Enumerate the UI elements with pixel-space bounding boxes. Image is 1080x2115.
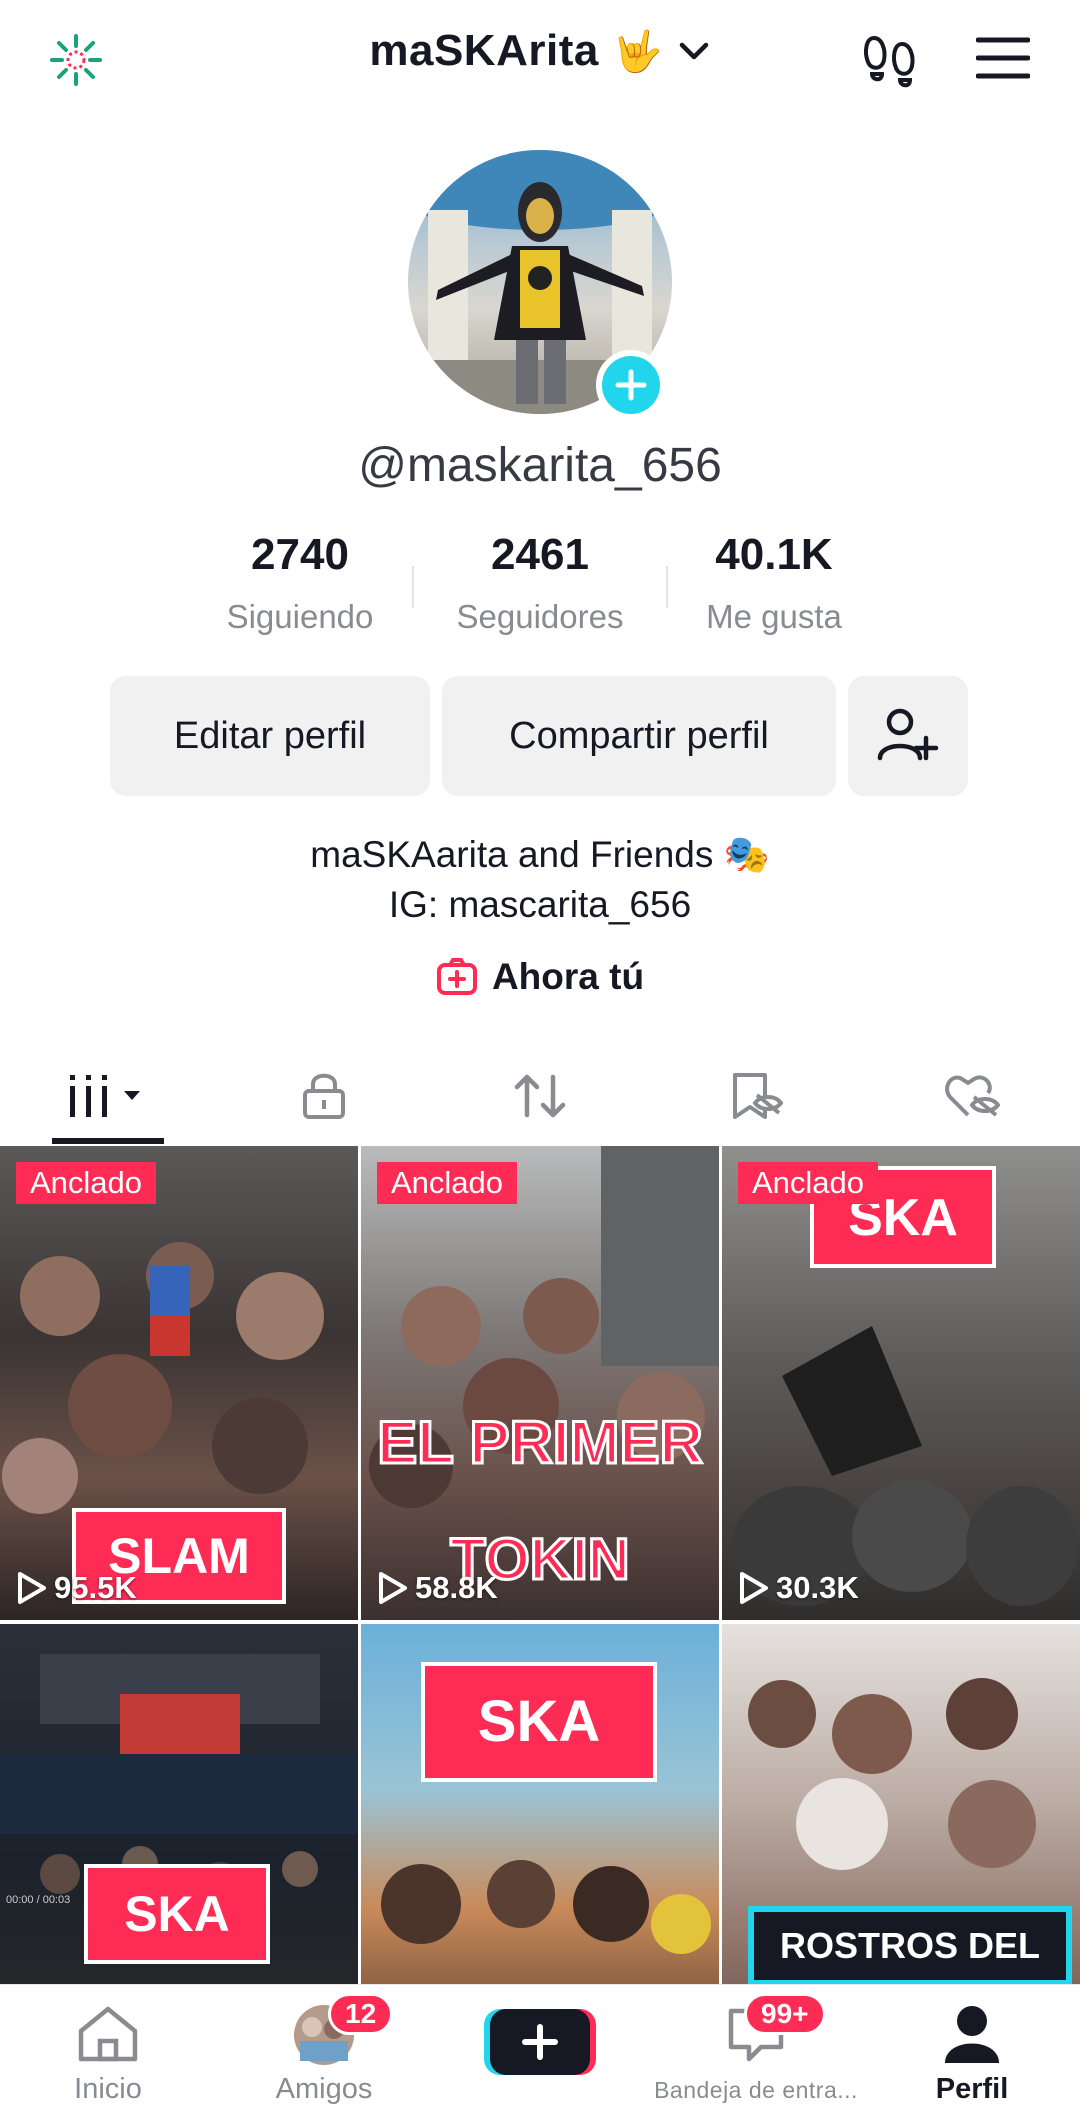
view-count-value: 95.5K xyxy=(54,1570,137,1605)
nav-label: Amigos xyxy=(275,2073,373,2105)
pinned-badge: Anclado xyxy=(377,1162,518,1204)
bio-line: maSKAarita and Friends 🎭 xyxy=(310,834,770,875)
menu-icon[interactable] xyxy=(976,34,1030,82)
stat-followers[interactable]: 2461 Seguidores xyxy=(420,530,660,636)
play-icon xyxy=(740,1572,768,1604)
tab-favorites[interactable] xyxy=(648,1050,864,1142)
nav-friends[interactable]: 12 Amigos xyxy=(216,1985,432,2115)
stat-value: 2461 xyxy=(491,530,589,579)
video-tile[interactable]: 00:00 / 00:03 SKA xyxy=(0,1624,358,1984)
video-tile[interactable]: ROSTROS DEL xyxy=(722,1624,1080,1984)
friends-badge: 12 xyxy=(328,1993,394,2035)
create-plus-icon xyxy=(484,2009,596,2075)
stat-following[interactable]: 2740 Siguiendo xyxy=(180,530,420,636)
nav-home[interactable]: Inicio xyxy=(0,1985,216,2115)
share-profile-button[interactable]: Compartir perfil xyxy=(442,676,836,796)
nav-profile[interactable]: Perfil xyxy=(864,1985,1080,2115)
lock-icon xyxy=(303,1073,345,1119)
play-icon xyxy=(379,1572,407,1604)
stat-label: Seguidores xyxy=(456,598,624,635)
view-count: 58.8K xyxy=(377,1570,498,1606)
view-count-value: 30.3K xyxy=(776,1570,859,1605)
create-button[interactable] xyxy=(484,2005,596,2079)
video-grid: SLAM Anclado 95.5K EL PRIMER TOKIN Ancla… xyxy=(0,1146,1080,1984)
add-user-icon xyxy=(877,708,939,761)
stat-likes[interactable]: 40.1K Me gusta xyxy=(654,530,894,636)
repost-icon xyxy=(514,1074,566,1118)
ska-banner: SKA xyxy=(84,1864,270,1964)
play-icon xyxy=(18,1572,46,1604)
divider xyxy=(412,566,414,608)
view-count: 30.3K xyxy=(738,1570,859,1606)
ska-banner: SKA xyxy=(421,1662,657,1782)
add-story-button[interactable] xyxy=(596,350,666,420)
nav-label: Perfil xyxy=(935,2073,1009,2105)
tab-reposts[interactable] xyxy=(432,1050,648,1142)
account-title: maSKArita xyxy=(369,26,599,75)
tab-private[interactable] xyxy=(216,1050,432,1142)
stat-value: 40.1K xyxy=(715,530,833,579)
stat-label: Me gusta xyxy=(706,598,842,635)
bio-instagram: IG: mascarita_656 xyxy=(388,884,692,925)
tab-videos[interactable] xyxy=(0,1050,216,1142)
favorites-icon xyxy=(733,1073,783,1119)
video-tile[interactable]: SKA xyxy=(361,1624,719,1984)
home-icon xyxy=(78,2006,138,2062)
profile-tabs xyxy=(0,1050,1080,1142)
add-video-icon xyxy=(436,958,477,995)
video-headline: ROSTROS DEL xyxy=(748,1906,1072,1984)
view-count-value: 58.8K xyxy=(415,1570,498,1605)
profile-username: @maskarita_656 xyxy=(358,439,722,492)
chevron-down-icon xyxy=(679,42,708,60)
pinned-badge: Anclado xyxy=(16,1162,157,1204)
ahora-tu-label: Ahora tú xyxy=(491,956,645,997)
videos-grid-icon xyxy=(70,1075,140,1117)
liked-icon xyxy=(945,1075,1000,1117)
ahora-tu-link[interactable]: Ahora tú xyxy=(0,956,1080,998)
view-count: 95.5K xyxy=(16,1570,137,1606)
inbox-badge: 99+ xyxy=(744,1993,826,2035)
nav-label: Inicio xyxy=(74,2073,142,2105)
footprints-icon[interactable] xyxy=(862,30,920,88)
add-friend-button[interactable] xyxy=(848,676,968,796)
video-tile[interactable]: EL PRIMER TOKIN Anclado 58.8K xyxy=(361,1146,719,1620)
video-timestamp: 00:00 / 00:03 xyxy=(6,1894,71,1906)
active-tab-indicator xyxy=(52,1138,164,1144)
nav-label: Bandeja de entra... xyxy=(654,2077,858,2103)
profile-icon xyxy=(945,2006,999,2063)
plus-icon xyxy=(615,369,647,401)
nav-inbox[interactable]: 99+ Bandeja de entra... xyxy=(648,1985,864,2115)
video-headline: EL PRIMER xyxy=(376,1408,705,1478)
top-bar: maSKArita 🤟 xyxy=(0,0,1080,118)
tab-liked[interactable] xyxy=(864,1050,1080,1142)
edit-profile-button[interactable]: Editar perfil xyxy=(110,676,430,796)
bottom-navigation: Inicio 12 Amigos 99+ Bandeja de entra... xyxy=(0,1984,1080,2115)
stat-value: 2740 xyxy=(251,530,349,579)
video-tile[interactable]: SKA Anclado 30.3K xyxy=(722,1146,1080,1620)
pinned-badge: Anclado xyxy=(738,1162,879,1204)
rock-hand-emoji: 🤟 xyxy=(612,29,663,74)
profile-stats: 2740 Siguiendo 2461 Seguidores 40.1K Me … xyxy=(180,530,900,650)
video-tile[interactable]: SLAM Anclado 95.5K xyxy=(0,1146,358,1620)
stat-label: Siguiendo xyxy=(226,598,374,635)
